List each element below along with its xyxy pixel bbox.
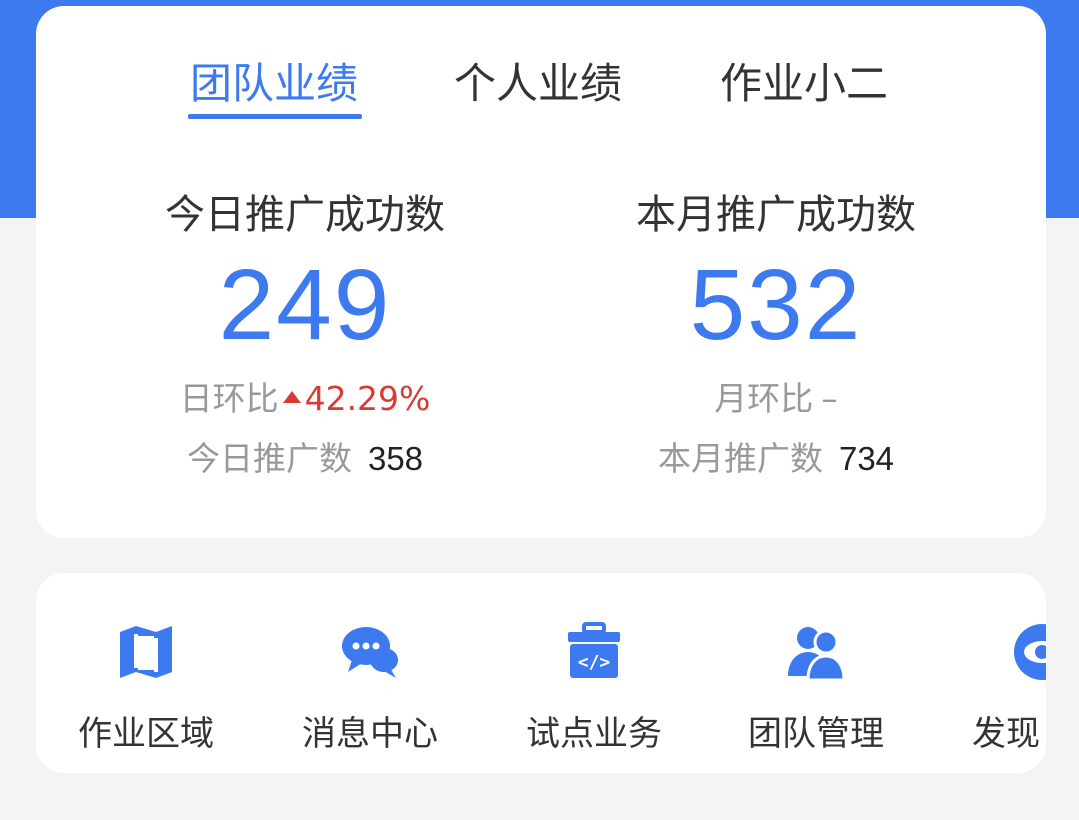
shortcut-pilot-business[interactable]: </> 试点业务: [504, 620, 684, 754]
today-ratio-label: 日环比: [179, 379, 279, 418]
today-ratio: 日环比 42.29%: [95, 372, 515, 420]
eye-icon: [1010, 620, 1046, 684]
month-count: 本月推广数 734: [566, 432, 986, 480]
chat-bubble-icon: [338, 620, 402, 684]
today-success-value: 249: [218, 249, 392, 361]
shortcut-label: 团队管理: [748, 714, 884, 754]
shortcut-label: 作业区域: [78, 714, 214, 754]
team-icon: [784, 620, 848, 684]
month-count-label: 本月推广数: [657, 439, 823, 478]
tab-personal-performance[interactable]: 个人业绩: [454, 50, 622, 111]
shortcut-label: 消息中心: [302, 714, 438, 754]
shortcut-work-area[interactable]: 作业区域: [56, 620, 236, 754]
shortcut-message-center[interactable]: 消息中心: [280, 620, 460, 754]
svg-text:</>: </>: [578, 652, 611, 673]
shortcut-discover[interactable]: 发现: [950, 620, 1046, 820]
month-ratio: 月环比 –: [566, 372, 986, 420]
today-count-label: 今日推广数: [186, 439, 352, 478]
shortcut-label: 发现: [972, 714, 1040, 754]
shortcut-team-management[interactable]: 团队管理: [726, 620, 906, 754]
code-bag-icon: </>: [562, 620, 626, 684]
month-success-value: 532: [689, 249, 863, 361]
today-success-title: 今日推广成功数: [165, 192, 445, 238]
today-count: 今日推广数 358: [95, 432, 515, 480]
active-tab-indicator: [188, 114, 362, 119]
month-ratio-value: –: [821, 379, 838, 418]
today-count-value: 358: [367, 440, 424, 477]
month-count-value: 734: [838, 440, 895, 477]
tab-team-performance[interactable]: 团队业绩: [190, 50, 358, 111]
today-ratio-value: 42.29%: [304, 379, 431, 418]
month-ratio-label: 月环比: [714, 379, 814, 418]
tab-work-assistant[interactable]: 作业小二: [720, 50, 888, 111]
trend-up-icon: [282, 390, 301, 403]
shortcut-label: 试点业务: [526, 714, 662, 754]
month-success-title: 本月推广成功数: [636, 192, 916, 238]
book-icon: [114, 620, 178, 684]
